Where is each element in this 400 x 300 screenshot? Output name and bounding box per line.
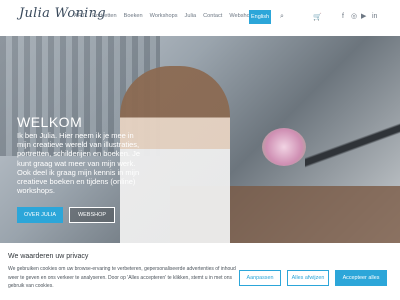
linkedin-icon[interactable]: in [372, 13, 377, 20]
site-header: Julia Woning ART Portretten Boeken Works… [0, 0, 400, 36]
cookie-reject-button[interactable]: Alles afwijzen [287, 270, 329, 286]
cart-icon[interactable]: 🛒 [313, 14, 322, 21]
about-julia-button[interactable]: OVER JULIA [17, 207, 63, 223]
hero-lamp [305, 106, 400, 186]
language-button[interactable]: English [249, 10, 271, 24]
main-nav: ART Portretten Boeken Workshops Julia Co… [74, 13, 260, 19]
nav-item-art[interactable]: ART [74, 13, 85, 19]
cookie-adjust-button[interactable]: Aanpassen [239, 270, 281, 286]
cookie-banner: We waarderen uw privacy We gebruiken coo… [0, 243, 400, 300]
hero-banner: WELKOM Ik ben Julia. Hier neem ik je mee… [0, 36, 400, 250]
webshop-button[interactable]: WEBSHOP [69, 207, 115, 223]
hero-flowers [262, 128, 306, 166]
cookie-text: We gebruiken cookies om uw browse-ervari… [8, 266, 236, 289]
instagram-icon[interactable]: ◎ [351, 13, 357, 20]
nav-item-portretten[interactable]: Portretten [92, 13, 117, 19]
hero-text: Ik ben Julia. Hier neem ik je mee in mij… [17, 131, 140, 196]
facebook-icon[interactable]: f [342, 13, 344, 20]
hero-title: WELKOM [17, 114, 83, 130]
nav-item-boeken[interactable]: Boeken [124, 13, 143, 19]
nav-item-julia[interactable]: Julia [185, 13, 197, 19]
cookie-accept-button[interactable]: Accepteer alles [335, 270, 387, 286]
cookie-title: We waarderen uw privacy [8, 253, 89, 260]
nav-item-workshops[interactable]: Workshops [150, 13, 178, 19]
youtube-icon[interactable]: ▶ [361, 13, 366, 20]
search-icon[interactable]: ⌕ [280, 13, 284, 20]
nav-item-contact[interactable]: Contact [203, 13, 222, 19]
